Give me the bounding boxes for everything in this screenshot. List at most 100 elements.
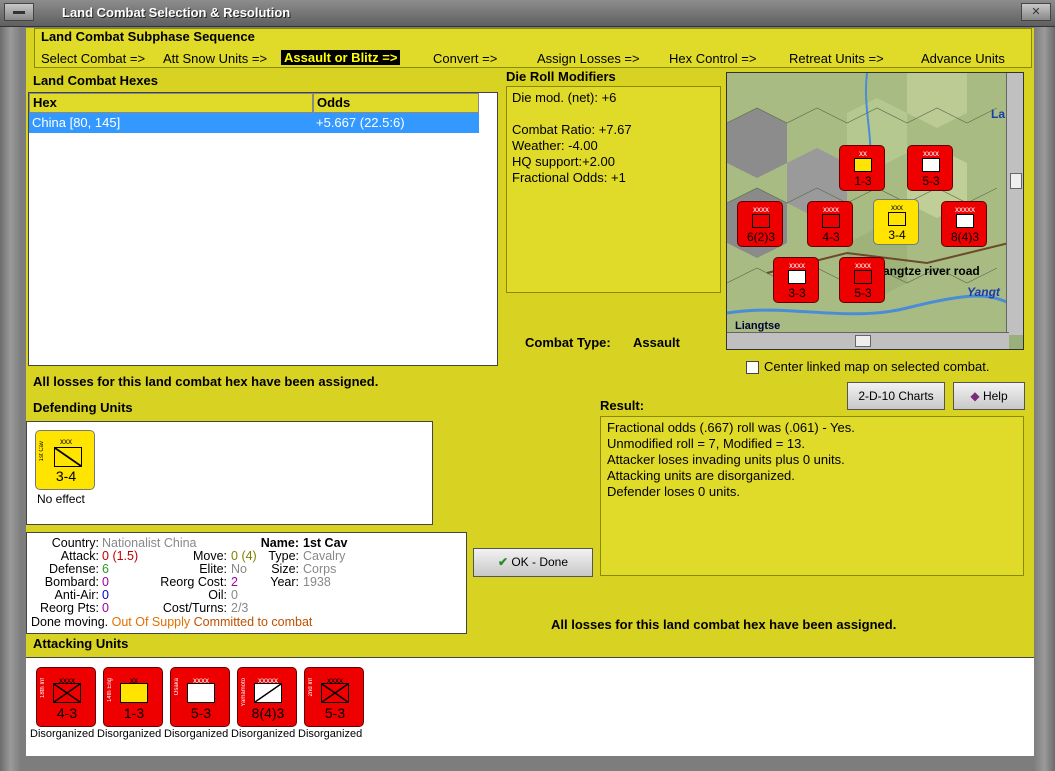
cavalry-icon [54,447,82,467]
map-unit[interactable]: xxxx 5-3 [907,145,953,191]
infantry-icon [321,683,349,703]
result-title: Result: [600,398,645,413]
system-menu-button[interactable] [4,3,34,21]
unit-oil: 0 [231,588,238,602]
map-label-la: La [991,107,1006,121]
modifier-line: Combat Ratio: +7.67 [512,122,632,137]
unit-cost-turns: 2/3 [231,601,249,615]
close-icon: ✕ [1031,6,1041,18]
map-unit-selected[interactable]: xxx 3-4 [873,199,919,245]
main-panel: Land Combat Subphase Sequence Select Com… [26,28,1034,756]
map-unit[interactable]: xxxxx 8(4)3 [941,201,987,247]
attacking-unit[interactable]: xxxxx Yamamoto 8(4)3 [237,667,297,727]
window-frame: Land Combat Selection & Resolution ✕ Lan… [0,0,1055,771]
result-box: Fractional odds (.667) roll was (.061) -… [600,416,1024,576]
checkmark-icon: ✔ [497,555,508,569]
linked-map[interactable]: Liangtse angtze river road Yangt La xx 1… [726,72,1024,350]
scroll-thumb[interactable] [1010,173,1022,189]
losses-message-bottom: All losses for this land combat hex have… [551,617,897,632]
subphase-sequence: Land Combat Subphase Sequence Select Com… [34,28,1032,68]
result-line: Defender loses 0 units. [607,484,740,499]
ok-done-label: OK - Done [511,555,569,569]
unit-antiair: 0 [102,588,109,602]
attacking-units-list: xxxx 18th Inf 4-3 Disorganized xx 14th E… [26,657,1034,756]
modifier-line [512,106,715,122]
infantry-icon [254,683,282,703]
center-map-checkbox[interactable] [746,361,759,374]
odds-column-header[interactable]: Odds [313,93,479,113]
attacking-unit-status: Disorganized [97,728,162,740]
help-button[interactable]: ◆ Help [953,382,1025,410]
charts-button[interactable]: 2-D-10 Charts [847,382,945,410]
seq-att-snow-units: Att Snow Units => [163,51,268,66]
attacking-unit[interactable]: xxxx 18th Inf 4-3 [36,667,96,727]
mech-icon [922,158,940,172]
hex-column-header[interactable]: Hex [29,93,313,113]
title-bar: Land Combat Selection & Resolution ✕ [0,0,1055,27]
infantry-icon [956,214,974,228]
defending-title: Defending Units [33,400,133,415]
book-icon: ◆ [970,389,980,403]
losses-message-top: All losses for this land combat hex have… [33,374,379,389]
infantry-icon [53,683,81,703]
map-horizontal-scrollbar[interactable] [727,332,1009,349]
combat-type-label: Combat Type: [525,335,611,350]
attacking-unit-status: Disorganized [231,728,296,740]
attacking-unit-status: Disorganized [298,728,363,740]
attacking-unit[interactable]: xxxx 2nd Inf 5-3 [304,667,364,727]
map-vertical-scrollbar[interactable] [1006,73,1023,335]
seq-convert: Convert => [433,51,498,66]
result-line: Unmodified roll = 7, Modified = 13. [607,436,805,451]
unit-size: Corps [303,562,337,576]
defending-units-list: xxx 1st Cav 3-4 No effect [26,421,433,525]
engineer-icon [120,683,148,703]
attacking-unit-status: Disorganized [30,728,95,740]
hexes-title: Land Combat Hexes [33,73,158,88]
ok-done-button[interactable]: ✔ OK - Done [473,548,593,577]
hexes-list[interactable]: Hex Odds China [80, 145] +5.667 (22.5:6) [28,92,498,366]
seq-select-combat: Select Combat => [41,51,146,66]
modifier-line: Fractional Odds: +1 [512,170,626,185]
attacking-unit-status: Disorganized [164,728,229,740]
help-label: Help [982,389,1008,403]
map-unit[interactable]: xx 1-3 [839,145,885,191]
unit-attack: 0 (1.5) [102,549,139,563]
modifiers-title: Die Roll Modifiers [506,69,616,84]
subphase-title: Land Combat Subphase Sequence [41,29,255,44]
map-label-yangtze-road: angtze river road [883,264,980,278]
attacking-unit[interactable]: xx 14th Eng 1-3 [103,667,163,727]
seq-assign-losses: Assign Losses => [537,51,640,66]
modifier-line: Die mod. (net): +6 [512,90,617,105]
attacking-unit[interactable]: xxxx Osaka 5-3 [170,667,230,727]
unit-status-line: Done moving. Out Of Supply Committed to … [31,615,313,629]
infantry-icon [822,214,840,228]
unit-year: 1938 [303,575,331,589]
map-label-liangtse: Liangtse [735,320,781,332]
hex-row-hex[interactable]: China [80, 145] [29,113,313,133]
center-map-label: Center linked map on selected combat. [764,359,990,374]
seq-advance-units: Advance Units [921,51,1005,66]
map-unit[interactable]: xxxx 6(2)3 [737,201,783,247]
result-line: Fractional odds (.667) roll was (.061) -… [607,420,855,435]
defending-unit-status: No effect [37,492,85,506]
defending-unit[interactable]: xxx 1st Cav 3-4 [35,430,95,490]
map-unit[interactable]: xxxx 3-3 [773,257,819,303]
window-title: Land Combat Selection & Resolution [62,5,291,20]
map-unit[interactable]: xxxx 5-3 [839,257,885,303]
modifier-line: Weather: -4.00 [512,138,598,153]
hex-row-odds[interactable]: +5.667 (22.5:6) [313,113,479,133]
close-button[interactable]: ✕ [1021,3,1051,21]
infantry-icon [752,214,770,228]
result-line: Attacker loses invading units plus 0 uni… [607,452,845,467]
scroll-thumb[interactable] [855,335,871,347]
unit-name: 1st Cav [303,536,348,550]
seq-assault-or-blitz: Assault or Blitz => [281,50,401,65]
map-unit[interactable]: xxxx 4-3 [807,201,853,247]
map-label-yangt: Yangt [967,285,1000,299]
modifiers-box: Die mod. (net): +6 Combat Ratio: +7.67 W… [506,86,721,293]
combat-type-value: Assault [633,335,680,350]
unit-bombard: 0 [102,575,109,589]
attacking-title: Attacking Units [33,636,129,651]
unit-info-panel: Country: Nationalist China Attack: 0 (1.… [26,532,467,634]
infantry-icon [854,270,872,284]
